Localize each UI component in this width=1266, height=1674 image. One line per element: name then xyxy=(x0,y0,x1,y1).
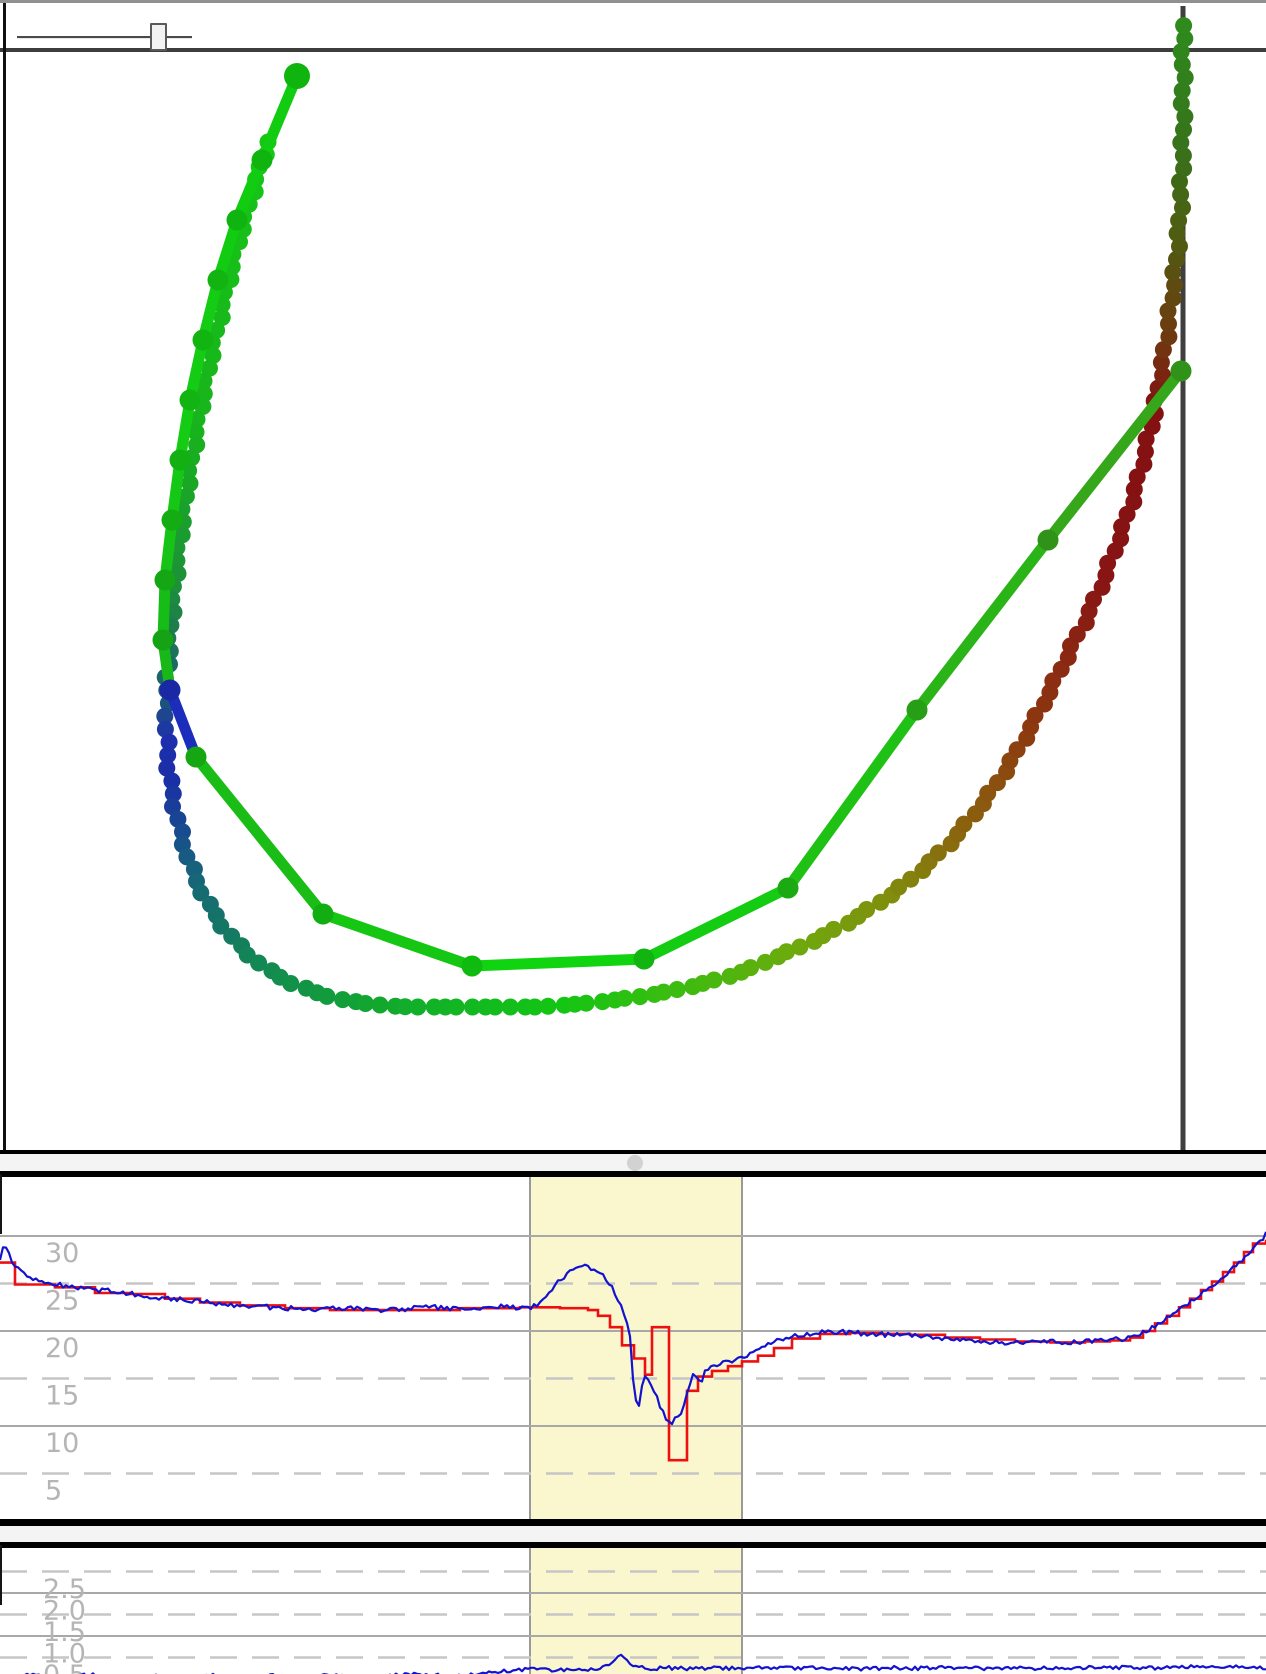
phase-plot-canvas xyxy=(0,0,1266,1150)
splitter-border xyxy=(0,1522,1266,1526)
highlight-band xyxy=(530,1174,742,1522)
secondary-chart-canvas: 2.52.01.51.00.5 xyxy=(0,1545,1266,1674)
y-axis-label: 0.5 xyxy=(43,1660,86,1674)
panel-splitter-2[interactable] xyxy=(0,1522,1266,1545)
y-axis-label: 15 xyxy=(45,1381,79,1412)
y-axis-label: 10 xyxy=(45,1428,79,1459)
y-axis-label: 20 xyxy=(45,1333,79,1364)
splitter-border xyxy=(0,1150,1266,1154)
y-axis-label: 30 xyxy=(45,1238,79,1269)
panel-left-border xyxy=(0,1545,2,1605)
segmented-trajectory-line xyxy=(153,63,1192,977)
panel-top-border xyxy=(0,1174,1266,1177)
panel-top-border xyxy=(0,1545,1266,1548)
y-axis-label: 5 xyxy=(45,1476,62,1507)
speed-chart-canvas: 30 25 20 15 10 5 xyxy=(0,1174,1266,1522)
panel-splitter-1[interactable] xyxy=(0,1150,1266,1174)
highlight-band xyxy=(530,1545,742,1674)
zoom-slider-handle[interactable] xyxy=(150,23,167,51)
splitter-drag-dot-icon[interactable] xyxy=(627,1155,643,1171)
dense-trajectory-dots xyxy=(156,17,1193,1015)
y-axis-label: 25 xyxy=(45,1286,79,1317)
app-window: 30 25 20 15 10 5 2.52.01.51.00.5 xyxy=(0,0,1266,1674)
panel-left-border xyxy=(0,1174,2,1234)
